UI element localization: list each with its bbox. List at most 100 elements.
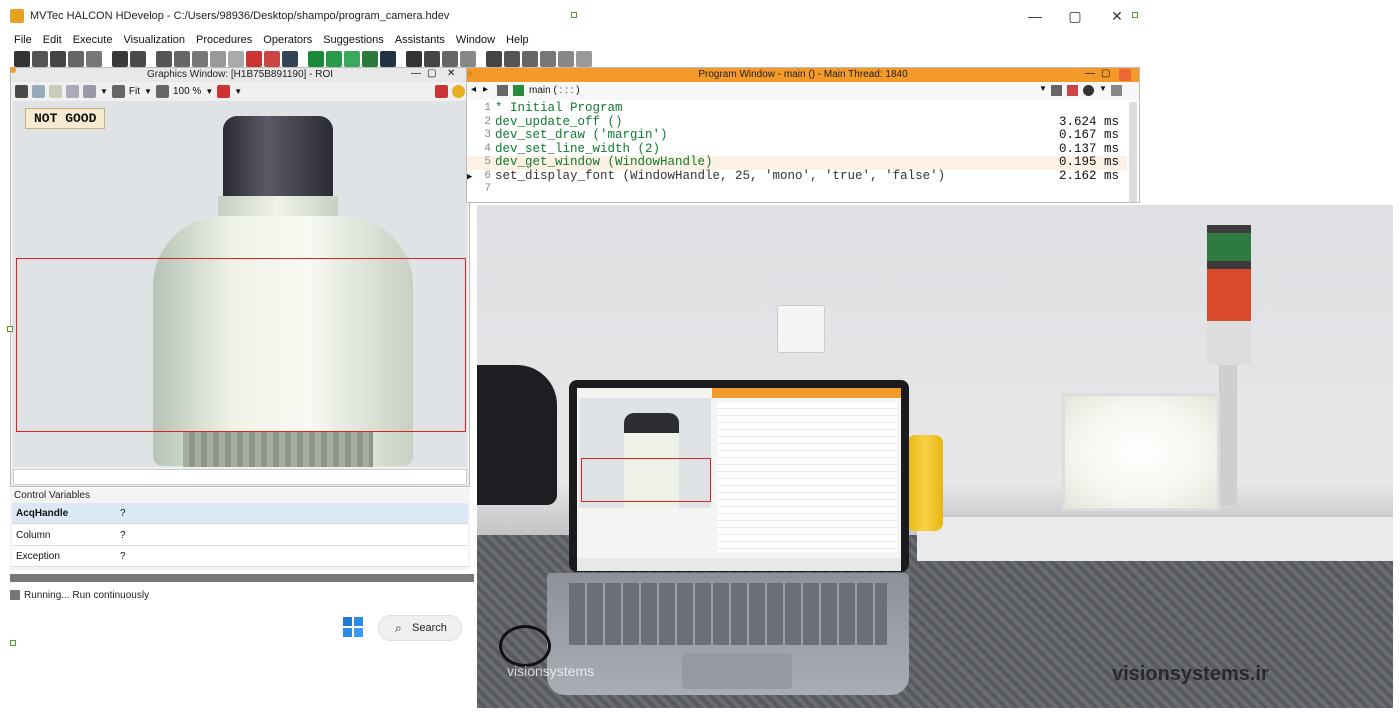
reset-procedure-icon[interactable] [424,51,440,67]
clear-window-icon[interactable] [15,84,28,98]
close-button[interactable]: ✕ [1102,6,1132,26]
menu-file[interactable]: File [0,32,37,48]
bottle-cap-image [223,116,333,201]
windows-start-icon[interactable] [343,617,363,637]
execution-time: 3.624 ms [1058,114,1119,129]
image-acquisition-icon[interactable] [486,51,502,67]
edit-icon[interactable] [1067,85,1078,96]
zoom-icon[interactable] [66,84,79,98]
copy-icon[interactable] [174,51,190,67]
menu-execute[interactable]: Execute [67,32,118,48]
pointer-icon[interactable] [32,84,45,98]
line-profile-icon[interactable] [558,51,574,67]
visualization-settings-icon[interactable] [452,84,465,98]
chevron-down-icon[interactable]: ▼ [205,87,213,96]
new-file-icon[interactable] [14,51,30,67]
laptop-keyboard-image [569,583,887,645]
step-over-icon[interactable] [326,51,342,67]
step-into-icon[interactable] [344,51,360,67]
menu-visualization[interactable]: Visualization [117,32,190,48]
chevron-down-icon[interactable]: ▼ [234,87,242,96]
variable-row[interactable]: AcqHandle ? [12,503,468,524]
settings-icon[interactable] [1111,85,1122,96]
chevron-down-icon[interactable]: ▼ [1099,84,1107,93]
step-out-icon[interactable] [362,51,378,67]
vision-logo-icon [499,625,551,667]
undo-icon[interactable] [210,51,226,67]
menu-operators[interactable]: Operators [257,32,317,48]
program-window-minimize[interactable]: — [1085,68,1095,79]
ocr-icon[interactable] [576,51,592,67]
minimize-button[interactable]: — [1020,6,1050,26]
feature-inspection-icon[interactable] [540,51,556,67]
chevron-down-icon[interactable]: ▼ [144,87,152,96]
tools-icon[interactable] [217,84,231,98]
forward-icon[interactable]: ▸ [483,84,488,95]
menu-assistants[interactable]: Assistants [389,32,450,48]
taskbar-search-button[interactable]: ⌕ Search [378,615,462,641]
gray-histogram-icon[interactable] [504,51,520,67]
code-line[interactable]: 3 dev_set_draw ('margin') 0.167 ms [467,128,1127,143]
graphics-window-close[interactable]: ✕ [447,68,455,79]
insert-icon[interactable] [1051,85,1062,96]
menu-window[interactable]: Window [450,32,500,48]
procedure-name[interactable]: main ( : : : ) [529,85,580,96]
pan-icon[interactable] [49,84,62,98]
variable-row[interactable]: Exception ? [12,546,468,567]
magnify-icon[interactable] [83,84,96,98]
code-line[interactable]: 1 * Initial Program [467,101,1127,116]
export-icon[interactable] [130,51,146,67]
import-icon[interactable] [112,51,128,67]
run-icon[interactable] [308,51,324,67]
paste-icon[interactable] [192,51,208,67]
program-window-maximize[interactable]: ▢ [1101,68,1110,79]
zoom-select[interactable]: 100 % [173,86,201,97]
maximize-button[interactable]: ▢ [1060,6,1090,26]
control-variables-scrollbar[interactable] [10,574,474,582]
chevron-down-icon[interactable]: ▼ [100,87,108,96]
code-line[interactable]: 7 [467,183,1127,197]
new-procedure-icon[interactable] [246,51,262,67]
back-icon[interactable]: ◂ [471,84,476,95]
activate-icon[interactable] [442,51,458,67]
print-icon[interactable] [86,51,102,67]
stop-icon[interactable] [380,51,396,67]
home-icon[interactable] [497,85,508,96]
menu-help[interactable]: Help [500,32,534,48]
cut-icon[interactable] [156,51,172,67]
signal-tower-light-image [1207,225,1251,365]
chevron-down-icon[interactable]: ▼ [1039,84,1047,93]
pin-icon[interactable] [435,84,448,98]
delete-procedure-icon[interactable] [264,51,280,67]
save-icon[interactable] [68,51,84,67]
menu-procedures[interactable]: Procedures [190,32,257,48]
program-window-close[interactable] [1119,69,1131,81]
timer-icon[interactable] [460,51,476,67]
fit-select[interactable]: Fit [129,86,140,97]
redo-icon[interactable] [228,51,244,67]
profiler-icon[interactable] [282,51,298,67]
open-file-icon[interactable] [32,51,48,67]
code-line[interactable]: 4 dev_set_line_width (2) 0.137 ms [467,142,1127,157]
open-example-icon[interactable] [50,51,66,67]
roi-rectangle[interactable] [16,258,466,432]
code-line[interactable]: 2 dev_update_off () 3.624 ms [467,114,1127,130]
graphics-window-maximize[interactable]: ▢ [427,68,436,79]
laptop-code-image [717,402,897,552]
image-canvas[interactable]: NOT GOOD [13,101,467,467]
menu-suggestions[interactable]: Suggestions [317,32,389,48]
feature-histogram-icon[interactable] [522,51,538,67]
reset-program-icon[interactable] [406,51,422,67]
laptop-roi-image [581,458,711,502]
horizontal-scrollbar[interactable] [13,469,467,485]
variable-row[interactable]: Column ? [12,525,468,546]
code-scrollbar[interactable] [1129,102,1137,202]
code-line[interactable]: 5 dev_get_window (WindowHandle) 0.195 ms [467,155,1127,170]
menu-edit[interactable]: Edit [37,32,67,48]
laptop-graphics-window-image [579,398,711,508]
splitter-handle[interactable] [7,326,13,332]
code-line[interactable]: ▶ 6 set_display_font (WindowHandle, 25, 'm… [467,169,1127,184]
code-editor[interactable]: 1 * Initial Program 2 dev_update_off () 3.6… [467,101,1127,202]
timer-icon[interactable] [1083,85,1094,96]
graphics-window-minimize[interactable]: — [411,68,421,79]
